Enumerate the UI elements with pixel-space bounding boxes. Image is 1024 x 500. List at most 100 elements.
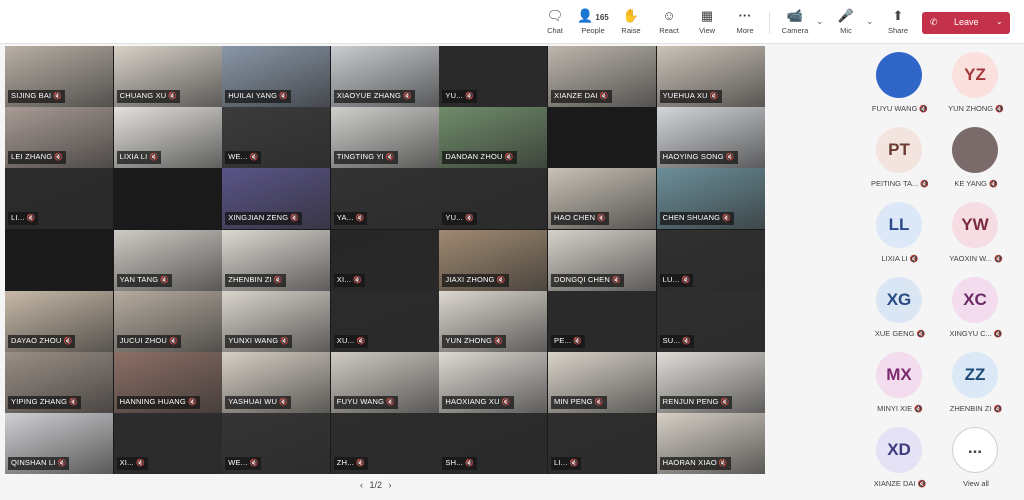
participant-avatar-item[interactable]: FUYU WANG 🔇: [860, 48, 940, 118]
participant-name-label: YA... 🔇: [333, 212, 368, 226]
participant-avatar-item[interactable]: YZ YUN ZHONG 🔇: [936, 48, 1016, 118]
video-tile[interactable]: RENJUN PENG 🔇: [656, 352, 765, 413]
participant-avatar-item[interactable]: PT PEITING TA... 🔇: [860, 123, 940, 193]
people-button[interactable]: 👤 165 People: [573, 8, 613, 40]
video-tile[interactable]: MIN PENG 🔇: [548, 352, 656, 413]
participant-name-label: PE... 🔇: [551, 334, 586, 348]
participant-avatar-item[interactable]: KE YANG 🔇: [936, 123, 1016, 193]
video-tile[interactable]: HANNING HUANG 🔇: [113, 352, 222, 413]
previous-page-button[interactable]: ‹: [360, 480, 363, 490]
video-tile[interactable]: YAN TANG 🔇: [113, 229, 222, 291]
raise-hand-button[interactable]: ✋ Raise: [611, 8, 651, 40]
react-button[interactable]: ☺ React: [649, 8, 689, 40]
mic-muted-icon: 🔇: [501, 399, 511, 406]
video-tile[interactable]: FUYU WANG 🔇: [330, 352, 439, 413]
video-tile[interactable]: SH... 🔇: [439, 413, 548, 474]
mic-button[interactable]: 🎤 Mic: [826, 8, 866, 40]
phone-icon: ✆: [930, 17, 938, 27]
participant-name-label: YASHUAI WU 🔇: [225, 396, 292, 409]
leave-button[interactable]: ✆ Leave ⌄: [922, 12, 1010, 34]
participant-name-label: JUCUI ZHOU 🔇: [116, 334, 181, 348]
participant-name-label: HUILAI YANG 🔇: [225, 90, 292, 103]
participant-name-label: XIAOYUE ZHANG 🔇: [333, 90, 415, 103]
participant-name-label: ZHENBIN ZI 🔇: [225, 273, 286, 287]
mic-muted-icon: 🔇: [909, 256, 919, 263]
video-tile[interactable]: ZHENBIN ZI 🔇: [222, 229, 331, 291]
mic-muted-icon: 🔇: [290, 215, 300, 223]
next-page-button[interactable]: ›: [389, 480, 392, 490]
video-tile[interactable]: YUEHUA XU 🔇: [656, 46, 765, 107]
participant-name-label: LEI ZHANG 🔇: [8, 151, 67, 165]
video-tile[interactable]: YU... 🔇: [439, 168, 548, 230]
video-tile[interactable]: LEI ZHANG 🔇: [5, 107, 113, 169]
participant-name-label: FUYU WANG 🔇: [333, 396, 399, 409]
avatar: XC: [952, 277, 998, 323]
video-tile[interactable]: XIAOYUE ZHANG 🔇: [330, 46, 439, 107]
more-button[interactable]: ··· More: [725, 8, 765, 40]
video-tile[interactable]: YU... 🔇: [439, 46, 548, 107]
video-tile[interactable]: CHEN SHUANG 🔇: [656, 168, 765, 230]
video-tile[interactable]: QINSHAN LI 🔇: [5, 413, 113, 474]
video-tile[interactable]: DONGQI CHEN 🔇: [548, 229, 656, 291]
video-tile[interactable]: XINGJIAN ZENG 🔇: [222, 168, 331, 230]
camera-button[interactable]: 📹 Camera: [775, 8, 815, 40]
video-tile[interactable]: WE... 🔇: [222, 107, 331, 169]
video-tile[interactable]: YASHUAI WU 🔇: [222, 352, 331, 413]
video-tile[interactable]: DANDAN ZHOU 🔇: [439, 107, 548, 169]
mic-muted-icon: 🔇: [168, 93, 178, 100]
participant-name-label: HAOXIANG XU 🔇: [442, 396, 514, 409]
participant-avatar-item[interactable]: XD XIANZE DAI 🔇: [860, 423, 940, 493]
react-icon: ☺: [662, 8, 676, 23]
participant-avatar-item[interactable]: LL LIXIA LI 🔇: [860, 198, 940, 268]
video-tile[interactable]: CHUANG XU 🔇: [113, 46, 222, 107]
video-tile[interactable]: SIJING BAI 🔇: [5, 46, 113, 107]
video-tile[interactable]: XI... 🔇: [330, 229, 439, 291]
video-tile[interactable]: HAO CHEN 🔇: [548, 168, 656, 230]
video-tile[interactable]: JIAXI ZHONG 🔇: [439, 229, 548, 291]
video-tile[interactable]: XI... 🔇: [113, 413, 222, 474]
participant-name: XUE GENG 🔇: [874, 329, 926, 338]
video-tile[interactable]: HUILAI YANG 🔇: [222, 46, 331, 107]
mic-options-chevron-icon[interactable]: ⌄: [866, 16, 874, 27]
video-tile[interactable]: YUN ZHONG 🔇: [439, 290, 548, 352]
video-tile[interactable]: LIXIA LI 🔇: [113, 107, 222, 169]
chat-button[interactable]: 🗨 Chat: [535, 8, 575, 40]
video-tile[interactable]: XU... 🔇: [330, 290, 439, 352]
video-tile[interactable]: LI... 🔇: [5, 168, 113, 230]
video-tile[interactable]: WE... 🔇: [222, 413, 331, 474]
video-tile[interactable]: YIPING ZHANG 🔇: [5, 352, 113, 413]
video-tile[interactable]: LU... 🔇: [656, 229, 765, 291]
participant-avatar-item[interactable]: ZZ ZHENBIN ZI 🔇: [936, 348, 1016, 418]
share-button[interactable]: ⬆ Share: [878, 8, 918, 40]
page-indicator: 1/2: [369, 480, 383, 490]
mic-muted-icon: 🔇: [504, 154, 514, 162]
video-tile[interactable]: YA... 🔇: [330, 168, 439, 230]
participant-avatar-item[interactable]: YW YAOXIN W... 🔇: [936, 198, 1016, 268]
video-tile[interactable]: ZH... 🔇: [330, 413, 439, 474]
leave-options-chevron-icon[interactable]: ⌄: [996, 17, 1003, 26]
video-tile[interactable]: YUNXI WANG 🔇: [222, 290, 331, 352]
avatar: ZZ: [952, 352, 998, 398]
participant-avatar-item[interactable]: XG XUE GENG 🔇: [860, 273, 940, 343]
video-tile[interactable]: DAYAO ZHOU 🔇: [5, 290, 113, 352]
view-button[interactable]: ▦ View: [687, 8, 727, 40]
video-tile[interactable]: PE... 🔇: [548, 290, 656, 352]
participant-avatar-item[interactable]: XC XINGYU C... 🔇: [936, 273, 1016, 343]
video-tile[interactable]: HAOXIANG XU 🔇: [439, 352, 548, 413]
view-all-button[interactable]: ... View all: [936, 423, 1016, 493]
camera-options-chevron-icon[interactable]: ⌄: [816, 16, 824, 27]
participant-avatar-item[interactable]: MX MINYI XIE 🔇: [860, 348, 940, 418]
video-tile[interactable]: XIANZE DAI 🔇: [548, 46, 656, 107]
video-tile[interactable]: SU... 🔇: [656, 290, 765, 352]
participant-name: MINYI XIE 🔇: [877, 404, 923, 413]
video-tile[interactable]: HAOYING SONG 🔇: [656, 107, 765, 169]
participant-name-label: WE... 🔇: [225, 151, 262, 165]
mic-muted-icon: 🔇: [160, 276, 170, 284]
participant-name-label: HANNING HUANG 🔇: [116, 396, 200, 409]
video-tile[interactable]: TINGTING YI 🔇: [330, 107, 439, 169]
video-tile[interactable]: LI... 🔇: [548, 413, 656, 474]
video-tile[interactable]: HAORAN XIAO 🔇: [656, 413, 765, 474]
video-tile[interactable]: JUCUI ZHOU 🔇: [113, 290, 222, 352]
mic-muted-icon: 🔇: [279, 399, 289, 406]
people-icon: 👤 165: [577, 8, 609, 23]
